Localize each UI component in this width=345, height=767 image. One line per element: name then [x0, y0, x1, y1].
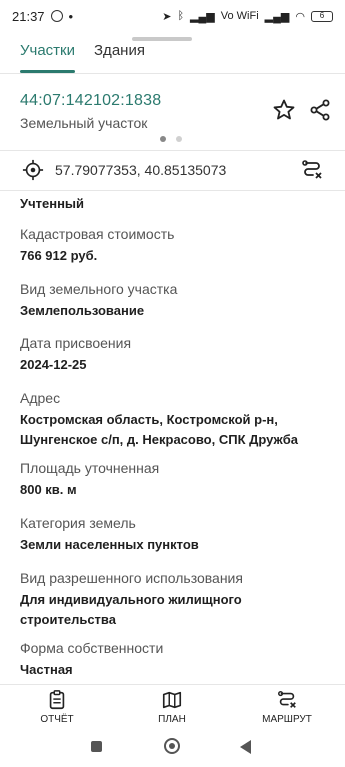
route-icon[interactable]: [300, 158, 324, 182]
report-icon: [49, 690, 65, 710]
network-label: Vo WiFi: [220, 10, 259, 22]
wifi-icon: ◠: [295, 10, 305, 23]
property-ownership: Форма собственности Частная: [20, 640, 330, 680]
battery-icon: 6: [311, 10, 333, 22]
nav-label: ПЛАН: [158, 714, 186, 725]
status-bar: 21:37 • ➤ ᛒ ▂▄▆ Vo WiFi ▂▄▆ ◠ 6: [0, 0, 345, 32]
tab-parcels[interactable]: Участки: [20, 42, 75, 70]
property-cadastral-value: Кадастровая стоимость 766 912 руб.: [20, 226, 330, 266]
coordinates-row[interactable]: 57.79077353, 40.85135073: [0, 152, 345, 190]
property-address: Адрес Костромская область, Костромской р…: [20, 390, 330, 450]
bluetooth-icon: ᛒ: [177, 10, 185, 22]
bottom-navigation: ОТЧЁТ ПЛАН МАРШРУТ: [0, 684, 345, 733]
property-land-kind: Вид земельного участка Землепользование: [20, 281, 330, 321]
property-value: Частная: [20, 662, 73, 677]
property-value: Для индивидуального жилищного строительс…: [20, 592, 242, 627]
property-label: Дата присвоения: [20, 335, 132, 351]
property-label: Форма собственности: [20, 640, 164, 656]
location-icon: ➤: [162, 10, 172, 23]
property-value: Землепользование: [20, 303, 145, 318]
property-label: Вид разрешенного использования: [20, 570, 243, 586]
property-label: Площадь уточненная: [20, 460, 160, 476]
divider: [0, 73, 345, 74]
parcel-type: Земельный участок: [20, 115, 148, 131]
property-area: Площадь уточненная 800 кв. м: [20, 460, 330, 500]
nav-label: МАРШРУТ: [262, 714, 312, 725]
property-assignment-date: Дата присвоения 2024-12-25: [20, 335, 330, 375]
route-icon: [278, 691, 296, 708]
property-label: Категория земель: [20, 515, 136, 531]
more-dots-icon: •: [68, 8, 74, 24]
favorite-star-icon[interactable]: [272, 98, 296, 122]
home-icon[interactable]: [164, 738, 180, 754]
property-label: Адрес: [20, 390, 61, 406]
property-value: 766 912 руб.: [20, 248, 98, 263]
recent-apps-icon[interactable]: [91, 741, 102, 752]
property-value: 800 кв. м: [20, 482, 77, 497]
divider: [0, 190, 345, 191]
property-label: Кадастровая стоимость: [20, 226, 175, 242]
signal-icon: ▂▄▆: [190, 10, 215, 23]
back-icon[interactable]: [240, 740, 251, 754]
divider: [0, 150, 345, 151]
status-time: 21:37: [12, 8, 45, 24]
property-value: 2024-12-25: [20, 357, 87, 372]
coordinates-text[interactable]: 57.79077353, 40.85135073: [55, 162, 226, 178]
system-navigation-bar: [0, 732, 345, 767]
signal-icon-2: ▂▄▆: [264, 10, 290, 23]
nav-report-button[interactable]: ОТЧЁТ: [17, 689, 97, 725]
property-land-category: Категория земель Земли населенных пункто…: [20, 515, 330, 555]
property-permitted-use: Вид разрешенного использования Для индив…: [20, 570, 330, 630]
cadastral-number[interactable]: 44:07:142102:1838: [20, 92, 161, 110]
location-target-icon[interactable]: [22, 159, 44, 181]
property-status: Учтенный: [20, 194, 330, 214]
property-value: Земли населенных пунктов: [20, 537, 199, 552]
property-value: Учтенный: [20, 196, 85, 211]
messenger-icon: [50, 10, 63, 22]
nav-route-button[interactable]: МАРШРУТ: [247, 689, 327, 725]
property-label: Вид земельного участка: [20, 281, 178, 297]
nav-label: ОТЧЁТ: [40, 714, 74, 725]
property-value: Костромская область, Костромской р-н, Шу…: [20, 412, 299, 447]
page-dot: [176, 136, 182, 142]
nav-plan-button[interactable]: ПЛАН: [132, 689, 212, 725]
map-icon: [162, 691, 182, 709]
tab-buildings[interactable]: Здания: [94, 42, 145, 70]
page-dot-active: [160, 136, 166, 142]
page-indicator: [160, 136, 182, 142]
tab-bar: Участки Здания: [0, 34, 345, 74]
share-icon[interactable]: [308, 98, 332, 122]
